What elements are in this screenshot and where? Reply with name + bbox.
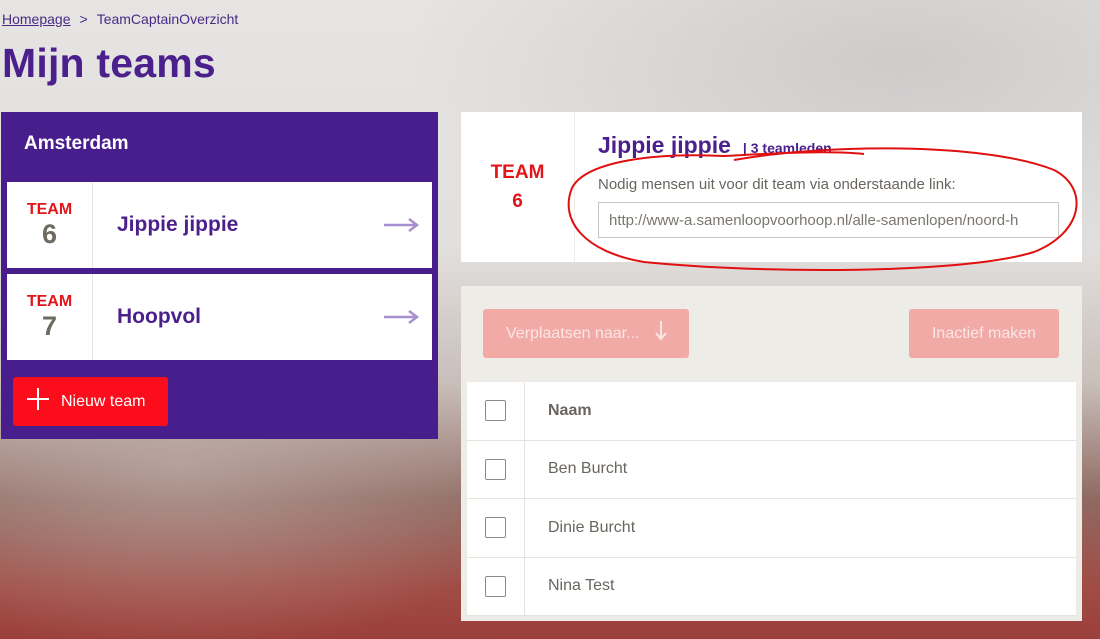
team-number: 6 [512, 191, 523, 212]
row-checkbox[interactable] [485, 458, 506, 480]
members-panel: Verplaatsen naar... Inactief maken Naam … [461, 286, 1082, 621]
team-card-7[interactable]: TEAM 7 Hoopvol [7, 274, 432, 360]
table-header-row: Naam [467, 382, 1076, 441]
team-name: Jippie jippie [117, 213, 239, 236]
team-number: 6 [41, 219, 58, 249]
select-all-cell [467, 382, 525, 440]
member-count: | 3 teamleden [742, 140, 832, 156]
member-name: Nina Test [548, 577, 615, 595]
team-number: 7 [41, 311, 58, 341]
arrow-right-icon[interactable] [372, 182, 432, 268]
members-table: Naam Ben Burcht Dinie Burcht Nina Test [467, 382, 1076, 616]
team-label: TEAM [26, 201, 73, 218]
new-team-label: Nieuw team [61, 392, 146, 410]
invite-text: Nodig mensen uit voor dit team via onder… [598, 176, 956, 193]
breadcrumb-separator: > [79, 11, 88, 27]
teams-panel: Amsterdam TEAM 6 Jippie jippie TEAM 7 Ho… [1, 112, 438, 439]
team-title-row: Jippie jippie | 3 teamleden [598, 132, 1082, 159]
make-inactive-button[interactable]: Inactief maken [909, 309, 1059, 358]
team-label: TEAM [490, 162, 545, 183]
invite-link-field[interactable] [598, 202, 1059, 238]
location-header: Amsterdam [24, 133, 129, 154]
column-header-name: Naam [548, 401, 592, 419]
table-row: Dinie Burcht [467, 499, 1076, 558]
select-all-checkbox[interactable] [485, 400, 506, 422]
team-info: Jippie jippie | 3 teamleden Nodig mensen… [575, 112, 1082, 262]
move-to-button[interactable]: Verplaatsen naar... [483, 309, 689, 358]
page-title: Mijn teams [2, 40, 216, 86]
team-number-block: TEAM 6 [461, 112, 575, 262]
team-number-block: TEAM 6 [7, 182, 93, 268]
row-checkbox[interactable] [485, 517, 506, 539]
team-detail-card: TEAM 6 Jippie jippie | 3 teamleden Nodig… [461, 112, 1082, 262]
arrow-down-icon [655, 321, 668, 346]
team-card-6[interactable]: TEAM 6 Jippie jippie [7, 182, 432, 268]
breadcrumb-home-link[interactable]: Homepage [2, 11, 71, 27]
breadcrumb-current: TeamCaptainOverzicht [96, 11, 239, 27]
breadcrumb: Homepage > TeamCaptainOverzicht [2, 11, 238, 27]
move-to-label: Verplaatsen naar... [506, 324, 640, 342]
arrow-right-icon[interactable] [372, 274, 432, 360]
row-checkbox-cell [467, 499, 525, 557]
team-label: TEAM [26, 293, 73, 310]
row-checkbox[interactable] [485, 575, 506, 597]
plus-icon [26, 387, 50, 416]
member-name: Dinie Burcht [548, 518, 636, 536]
team-number-block: TEAM 7 [7, 274, 93, 360]
team-name: Jippie jippie [598, 132, 731, 158]
row-checkbox-cell [467, 440, 525, 498]
team-name: Hoopvol [117, 305, 201, 328]
new-team-button[interactable]: Nieuw team [13, 377, 168, 426]
member-name: Ben Burcht [548, 460, 628, 478]
table-row: Ben Burcht [467, 440, 1076, 499]
row-checkbox-cell [467, 557, 525, 615]
table-row: Nina Test [467, 557, 1076, 616]
